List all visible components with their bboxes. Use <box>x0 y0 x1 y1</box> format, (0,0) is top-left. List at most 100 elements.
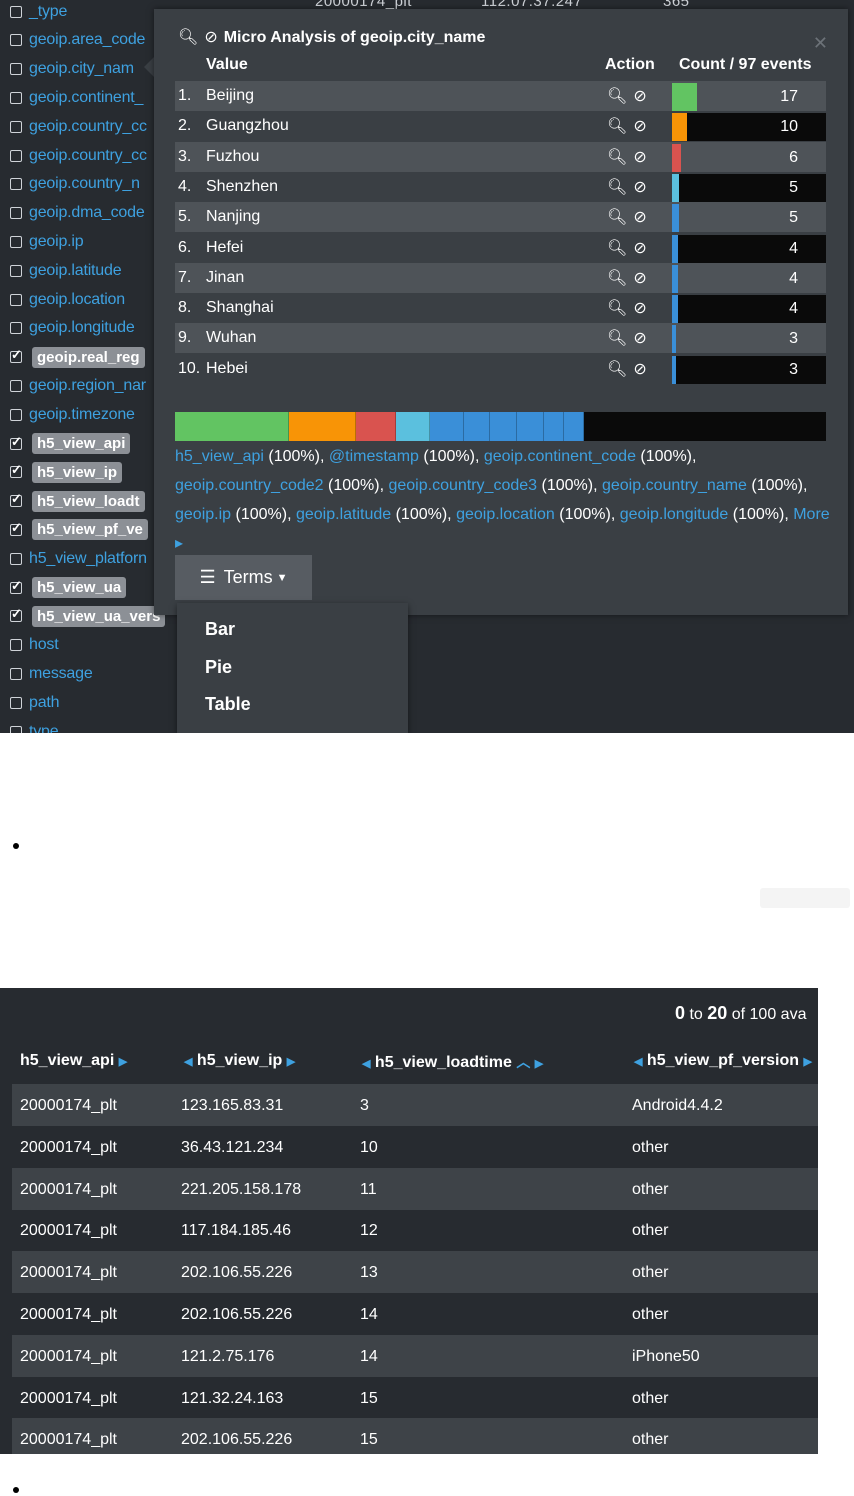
checkbox-icon[interactable] <box>10 322 22 335</box>
search-icon[interactable]: 🔍︎ <box>607 270 633 287</box>
field-name[interactable]: geoip.country_cc <box>29 118 147 136</box>
checkbox-icon[interactable] <box>10 120 22 133</box>
field-name[interactable]: h5_view_loadt <box>32 490 145 512</box>
ban-icon[interactable]: ⊘ <box>204 29 217 46</box>
field-list-item[interactable]: geoip.ip <box>0 227 180 256</box>
checkbox-icon[interactable] <box>10 725 22 733</box>
field-name[interactable]: geoip.timezone <box>29 406 135 424</box>
table-row[interactable]: 20000174_plt 117.184.185.46 12 other <box>12 1209 818 1251</box>
table-row[interactable]: 20000174_plt 121.2.75.176 14 iPhone50 <box>12 1334 818 1377</box>
terms-dropdown-button[interactable]: ☰ Terms ▼ <box>175 555 312 600</box>
ban-icon[interactable]: ⊘ <box>633 240 652 257</box>
ban-icon[interactable]: ⊘ <box>633 118 652 135</box>
field-list-item[interactable]: geoip.country_cc <box>0 141 180 170</box>
column-header-h5-view-ip[interactable]: ◀ h5_view_ip ▶ <box>184 1052 295 1070</box>
field-link[interactable]: geoip.country_name <box>602 477 747 494</box>
field-name[interactable]: type <box>29 723 59 734</box>
field-list-item[interactable]: geoip.country_n <box>0 170 180 199</box>
checkbox-icon[interactable] <box>10 91 22 104</box>
field-list-item[interactable]: geoip.dma_code <box>0 199 180 228</box>
field-list-item[interactable]: geoip.real_reg <box>0 343 180 372</box>
field-list-item[interactable]: geoip.latitude <box>0 256 180 285</box>
checkbox-icon[interactable] <box>10 293 22 306</box>
move-right-icon[interactable]: ▶ <box>535 1058 543 1070</box>
checkbox-icon[interactable] <box>10 379 22 392</box>
ban-icon[interactable]: ⊘ <box>633 361 652 378</box>
field-link[interactable]: h5_view_api <box>175 448 264 465</box>
close-icon[interactable]: ✕ <box>813 33 828 54</box>
table-row[interactable]: 20000174_plt 221.205.158.178 11 other <box>12 1167 818 1210</box>
move-right-icon[interactable]: ▶ <box>287 1056 295 1068</box>
field-name[interactable]: geoip.region_nar <box>29 377 146 395</box>
checked-checkbox-icon[interactable] <box>10 434 22 450</box>
checked-checkbox-icon[interactable] <box>10 606 22 623</box>
table-row[interactable]: 20000174_plt 121.32.24.163 15 other <box>12 1377 818 1419</box>
move-right-icon[interactable]: ▶ <box>803 1056 811 1068</box>
checkbox-icon[interactable] <box>10 207 22 220</box>
search-icon[interactable]: 🔍︎ <box>607 361 633 378</box>
checkbox-icon[interactable] <box>10 264 22 277</box>
table-row[interactable]: 20000174_plt 202.106.55.226 15 other <box>12 1418 818 1454</box>
field-list-item[interactable]: geoip.region_nar <box>0 371 180 400</box>
search-icon[interactable]: 🔍︎ <box>607 240 633 257</box>
ban-icon[interactable]: ⊘ <box>633 330 652 347</box>
sort-ascending-icon[interactable]: ︿ <box>516 1054 530 1070</box>
field-link[interactable]: geoip.country_code2 <box>175 477 324 494</box>
field-list-item[interactable]: path <box>0 688 180 717</box>
checkbox-icon[interactable] <box>10 408 22 421</box>
field-name[interactable]: geoip.latitude <box>29 262 122 280</box>
ban-icon[interactable]: ⊘ <box>633 179 652 196</box>
search-icon[interactable]: 🔍︎ <box>178 29 198 46</box>
field-link[interactable]: geoip.continent_code <box>484 448 636 465</box>
search-icon[interactable]: 🔍︎ <box>607 209 633 226</box>
search-icon[interactable]: 🔍︎ <box>607 330 633 347</box>
checked-checkbox-icon[interactable] <box>10 578 22 594</box>
field-link[interactable]: geoip.latitude <box>296 506 391 523</box>
checkbox-icon[interactable] <box>10 34 22 47</box>
move-right-icon[interactable]: ▶ <box>119 1056 127 1068</box>
field-list-item[interactable]: h5_view_api <box>0 429 180 458</box>
field-name[interactable]: h5_view_ip <box>32 461 123 483</box>
move-left-icon[interactable]: ◀ <box>634 1056 642 1068</box>
field-list-item[interactable]: type <box>0 717 180 733</box>
search-icon[interactable]: 🔍︎ <box>607 149 633 166</box>
field-name[interactable]: geoip.longitude <box>29 319 135 337</box>
field-list-item[interactable]: h5_view_ip <box>0 458 180 487</box>
column-header-h5-view-loadtime[interactable]: ◀ h5_view_loadtime ︿ ▶ <box>362 1052 543 1072</box>
field-name[interactable]: geoip.location <box>29 291 125 309</box>
field-link[interactable]: geoip.longitude <box>620 506 729 523</box>
checkbox-icon[interactable] <box>10 149 22 162</box>
field-list-item[interactable]: h5_view_ua <box>0 573 180 602</box>
field-name[interactable]: host <box>29 636 59 654</box>
field-link[interactable]: geoip.country_code3 <box>388 477 537 494</box>
field-list-item[interactable]: h5_view_platforn <box>0 544 180 573</box>
ban-icon[interactable]: ⊘ <box>633 149 652 166</box>
field-list-item[interactable]: geoip.longitude <box>0 314 180 343</box>
checkbox-icon[interactable] <box>10 63 22 76</box>
search-icon[interactable]: 🔍︎ <box>607 88 633 105</box>
checked-checkbox-icon[interactable] <box>10 491 22 508</box>
field-list-item[interactable]: h5_view_pf_ve <box>0 515 180 544</box>
field-name[interactable]: geoip.city_nam <box>29 60 134 78</box>
field-list-item[interactable]: geoip.timezone <box>0 400 180 429</box>
field-name[interactable]: geoip.country_cc <box>29 147 147 165</box>
checked-checkbox-icon[interactable] <box>10 462 22 479</box>
move-left-icon[interactable]: ◀ <box>362 1058 370 1070</box>
checked-checkbox-icon[interactable] <box>10 347 22 364</box>
field-list-item[interactable]: h5_view_ua_vers <box>0 602 180 631</box>
field-name[interactable]: geoip.country_n <box>29 175 140 193</box>
field-link[interactable]: geoip.ip <box>175 506 231 523</box>
field-list-item[interactable]: geoip.area_code <box>0 26 180 55</box>
field-list-item[interactable]: message <box>0 659 180 688</box>
search-icon[interactable]: 🔍︎ <box>607 118 633 135</box>
checkbox-icon[interactable] <box>10 552 22 565</box>
field-name[interactable]: geoip.ip <box>29 233 84 251</box>
ban-icon[interactable]: ⊘ <box>633 300 652 317</box>
search-icon[interactable]: 🔍︎ <box>607 300 633 317</box>
table-row[interactable]: 20000174_plt 36.43.121.234 10 other <box>12 1126 818 1168</box>
field-list-item[interactable]: host <box>0 631 180 660</box>
ban-icon[interactable]: ⊘ <box>633 270 652 287</box>
menu-item-table[interactable]: Table <box>205 694 251 715</box>
field-name[interactable]: message <box>29 665 93 683</box>
menu-item-bar[interactable]: Bar <box>205 619 235 640</box>
